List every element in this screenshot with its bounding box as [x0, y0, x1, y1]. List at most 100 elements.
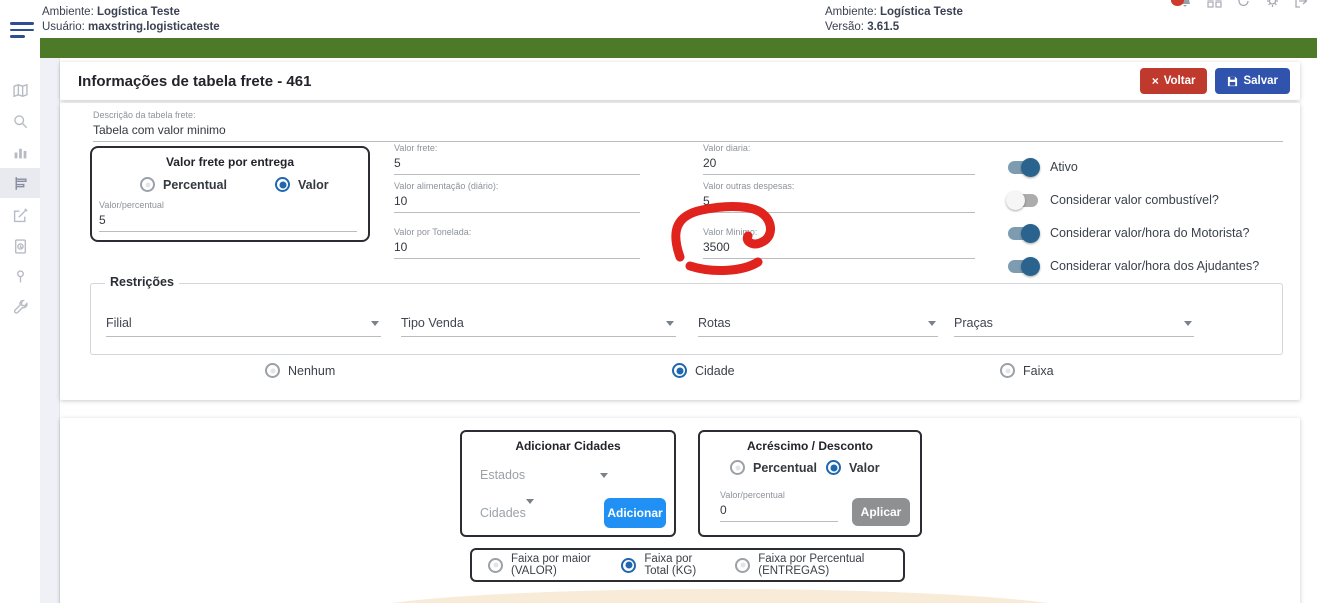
radio-faixa-maior-valor[interactable]: Faixa por maior (VALOR): [488, 553, 601, 577]
refresh-icon[interactable]: [1236, 0, 1251, 9]
env-value: Logística Teste: [97, 6, 180, 18]
rotas-dropdown[interactable]: Rotas: [698, 316, 938, 337]
grid-icon[interactable]: [1207, 0, 1222, 9]
acrescimo-title: Acréscimo / Desconto: [700, 439, 920, 453]
green-accent-bar: [40, 38, 1317, 58]
tipo-venda-dropdown[interactable]: Tipo Venda: [401, 316, 676, 337]
bell-icon[interactable]: [1177, 0, 1193, 10]
voltar-button[interactable]: × Voltar: [1140, 68, 1208, 94]
valor-alimentacao-input[interactable]: 10: [394, 194, 640, 213]
restricoes-title: Restrições: [105, 275, 179, 289]
valor-minimo-field: Valor Minimo: 3500: [703, 227, 975, 259]
radio-cidade[interactable]: Cidade: [672, 363, 735, 378]
acrescimo-desconto-box: Acréscimo / Desconto Percentual Valor Va…: [698, 430, 922, 537]
radio-circle[interactable]: [672, 363, 687, 378]
sidebar-item-locations[interactable]: [0, 261, 40, 291]
toggle-row-combustivel: Considerar valor combustível?: [1008, 193, 1219, 207]
radio-ajuste-percentual[interactable]: Percentual: [730, 460, 817, 475]
env-label: Ambiente:: [42, 6, 94, 18]
filial-dropdown[interactable]: Filial: [106, 316, 381, 337]
radio-circle[interactable]: [275, 177, 290, 192]
valor-minimo-input[interactable]: 3500: [703, 240, 975, 259]
radio-entrega-percentual[interactable]: Percentual: [140, 177, 227, 192]
radio-circle[interactable]: [621, 558, 636, 573]
motorista-toggle[interactable]: [1008, 227, 1038, 240]
salvar-label: Salvar: [1243, 75, 1278, 87]
left-sidebar: [0, 58, 40, 603]
bar-chart-icon: [13, 145, 28, 160]
document-icon: [13, 239, 28, 254]
sidebar-item-documents[interactable]: [0, 231, 40, 261]
ativo-toggle[interactable]: [1008, 161, 1038, 174]
user-value: maxstring.logisticateste: [88, 21, 220, 33]
radio-entrega-valor[interactable]: Valor: [275, 177, 329, 192]
chevron-down-icon: [600, 473, 608, 478]
entrega-valor-input[interactable]: 5: [99, 213, 357, 232]
descricao-label: Descrição da tabela frete:: [93, 110, 1283, 120]
gear-icon[interactable]: [1265, 0, 1280, 9]
ajudantes-toggle[interactable]: [1008, 260, 1038, 273]
logout-icon[interactable]: [1294, 0, 1309, 9]
combustivel-toggle[interactable]: [1008, 194, 1038, 207]
edit-icon: [13, 208, 28, 223]
valor-tonelada-input[interactable]: 10: [394, 240, 640, 259]
adicionar-button[interactable]: Adicionar: [604, 498, 666, 528]
page-title: Informações de tabela frete - 461: [78, 73, 311, 90]
estados-dropdown[interactable]: Estados: [480, 468, 610, 482]
radio-circle[interactable]: [735, 558, 750, 573]
radio-ajuste-valor[interactable]: Valor: [826, 460, 880, 475]
radio-faixa[interactable]: Faixa: [1000, 363, 1054, 378]
valor-diaria-input[interactable]: 20: [703, 156, 975, 175]
radio-circle[interactable]: [140, 177, 155, 192]
chevron-down-icon: [1184, 321, 1192, 326]
pracas-dropdown[interactable]: Praças: [954, 316, 1194, 337]
adicionar-cidades-title: Adicionar Cidades: [462, 439, 674, 453]
wrench-icon: [13, 299, 28, 314]
entrega-box-title: Valor frete por entrega: [92, 155, 368, 169]
valor-outras-despesas-field: Valor outras despesas: 5: [703, 181, 975, 213]
valor-frete-input[interactable]: 5: [394, 156, 640, 175]
toggle-row-motorista: Considerar valor/hora do Motorista?: [1008, 226, 1249, 240]
ajuste-valor-input[interactable]: 0: [720, 503, 838, 522]
sidebar-item-tools[interactable]: [0, 291, 40, 321]
toggle-row-ativo: Ativo: [1008, 160, 1078, 174]
sidebar-item-search[interactable]: [0, 106, 40, 136]
form-card: Descrição da tabela frete: Tabela com va…: [60, 103, 1300, 400]
chevron-down-icon: [666, 321, 674, 326]
radio-circle[interactable]: [265, 363, 280, 378]
user-label: Usuário:: [42, 21, 85, 33]
env2-value: Logística Teste: [880, 6, 963, 18]
sidebar-item-map[interactable]: [0, 75, 40, 105]
title-card: Informações de tabela frete - 461 × Volt…: [60, 62, 1300, 100]
radio-circle[interactable]: [730, 460, 745, 475]
close-icon: ×: [1152, 74, 1159, 88]
salvar-button[interactable]: Salvar: [1215, 68, 1290, 94]
radio-circle[interactable]: [1000, 363, 1015, 378]
radio-circle[interactable]: [826, 460, 841, 475]
radio-nenhum[interactable]: Nenhum: [265, 363, 335, 378]
save-icon: [1227, 76, 1238, 87]
top-header: Ambiente: Logística Teste Usuário: maxst…: [0, 0, 1317, 38]
env2-label: Ambiente:: [825, 6, 877, 18]
version-label: Versão:: [825, 21, 864, 33]
hamburger-menu-icon[interactable]: [10, 22, 34, 38]
cidades-dropdown[interactable]: Cidades: [480, 504, 592, 527]
descricao-field: Descrição da tabela frete: Tabela com va…: [93, 110, 1283, 142]
sidebar-item-reports[interactable]: [0, 137, 40, 167]
content-gutter: [40, 58, 60, 603]
header-icon-bar: [1177, 0, 1309, 10]
descricao-input[interactable]: Tabela com valor minimo: [93, 123, 1283, 142]
app-window: Ambiente: Logística Teste Usuário: maxst…: [0, 0, 1317, 603]
sidebar-item-edit[interactable]: [0, 200, 40, 230]
map-icon: [13, 83, 28, 98]
radio-faixa-percentual-entregas[interactable]: Faixa por Percentual (ENTREGAS): [735, 553, 887, 577]
version-value: 3.61.5: [867, 21, 899, 33]
milestones-icon: [13, 176, 28, 191]
radio-faixa-total-kg[interactable]: Faixa por Total (KG): [621, 553, 715, 577]
radio-circle[interactable]: [488, 558, 503, 573]
valor-diaria-field: Valor diaria: 20: [703, 143, 975, 175]
sidebar-item-freight-tables[interactable]: [0, 168, 40, 198]
valor-outras-despesas-input[interactable]: 5: [703, 194, 975, 213]
aplicar-button[interactable]: Aplicar: [852, 498, 910, 526]
faixa-radio-group: Faixa por maior (VALOR) Faixa por Total …: [470, 548, 905, 582]
